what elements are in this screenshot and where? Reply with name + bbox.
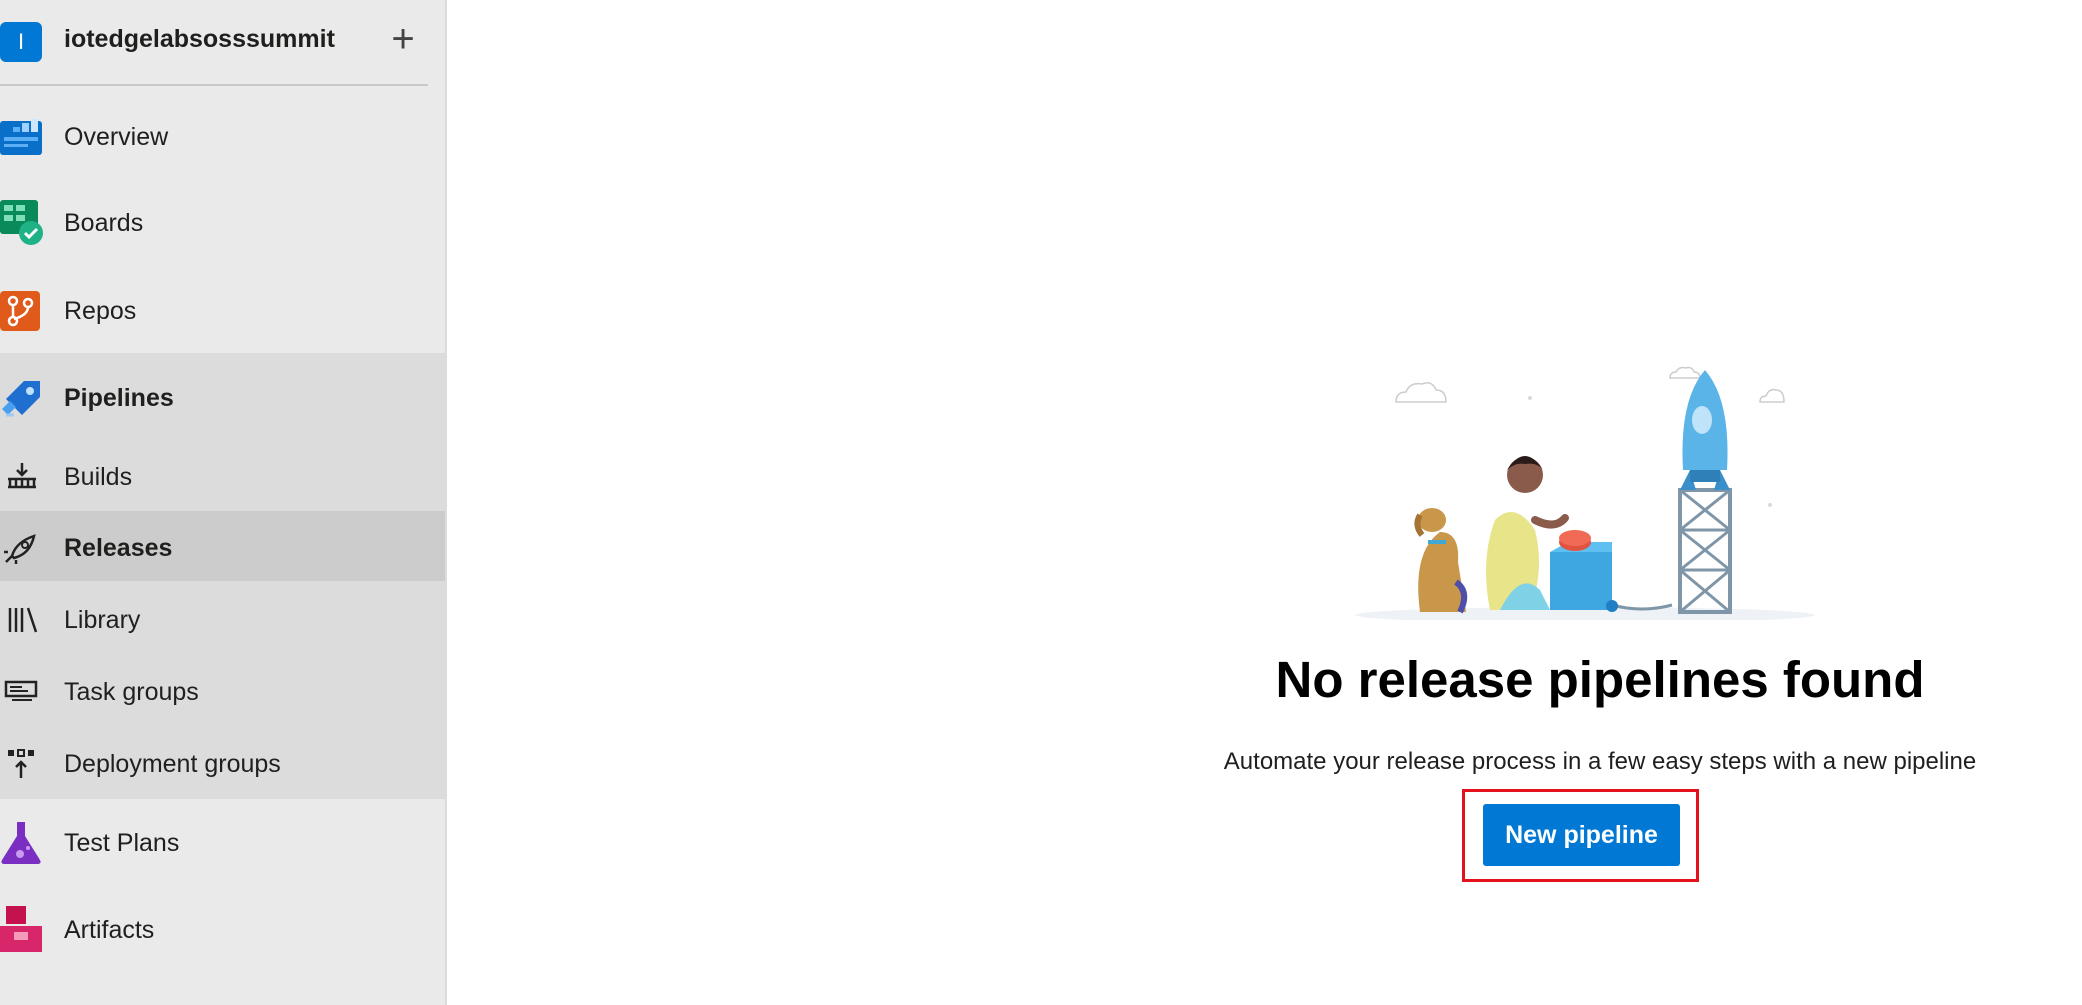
builds-icon xyxy=(8,463,36,489)
empty-state-illustration xyxy=(1355,366,1815,620)
sidebar-item-boards[interactable]: Boards xyxy=(0,200,445,246)
sidebar-item-label: Repos xyxy=(64,296,137,325)
new-pipeline-button[interactable]: New pipeline xyxy=(1483,804,1680,866)
overview-icon xyxy=(0,119,42,155)
deployment-groups-icon xyxy=(8,749,34,778)
rocket-icon xyxy=(4,534,36,564)
divider xyxy=(0,84,428,86)
add-icon[interactable]: + xyxy=(385,19,421,59)
sidebar-item-overview[interactable]: Overview xyxy=(0,114,445,160)
task-groups-icon xyxy=(4,680,38,701)
sidebar-item-test-plans[interactable]: Test Plans xyxy=(0,820,445,866)
sidebar-item-label: Library xyxy=(64,605,141,634)
sidebar-item-label: Pipelines xyxy=(64,383,174,412)
sidebar-item-task-groups[interactable]: Task groups xyxy=(0,670,445,714)
project-avatar[interactable]: I xyxy=(0,22,42,62)
sidebar-item-pipelines[interactable]: Pipelines xyxy=(0,375,445,421)
sidebar-item-label: Task groups xyxy=(64,677,199,706)
empty-state-title: No release pipelines found xyxy=(1275,651,1925,708)
sidebar-item-label: Overview xyxy=(64,122,169,151)
sidebar-item-deployment-groups[interactable]: Deployment groups xyxy=(0,742,445,786)
sidebar-item-label: Test Plans xyxy=(64,828,180,857)
project-header: I iotedgelabsosssummit + xyxy=(0,0,430,86)
project-name[interactable]: iotedgelabsosssummit xyxy=(64,25,335,54)
sidebar-item-builds[interactable]: Builds xyxy=(0,455,445,499)
sidebar-item-label: Artifacts xyxy=(64,915,155,944)
library-icon xyxy=(8,607,38,633)
sidebar: I iotedgelabsosssummit + Overview Boards xyxy=(0,0,447,1005)
artifacts-icon xyxy=(0,906,42,952)
sidebar-item-label: Builds xyxy=(64,462,133,491)
empty-state-subtitle: Automate your release process in a few e… xyxy=(1223,748,1977,775)
sidebar-item-label: Boards xyxy=(64,208,144,237)
pipelines-icon xyxy=(2,381,40,417)
repos-icon xyxy=(0,291,40,331)
sidebar-item-label: Releases xyxy=(64,533,173,562)
boards-icon xyxy=(0,200,43,245)
sidebar-item-repos[interactable]: Repos xyxy=(0,288,445,334)
sidebar-item-library[interactable]: Library xyxy=(0,598,445,642)
sidebar-item-label: Deployment groups xyxy=(64,749,281,778)
sidebar-item-artifacts[interactable]: Artifacts xyxy=(0,906,445,954)
test-plans-icon xyxy=(1,822,41,864)
sidebar-item-releases[interactable]: Releases xyxy=(0,526,445,570)
